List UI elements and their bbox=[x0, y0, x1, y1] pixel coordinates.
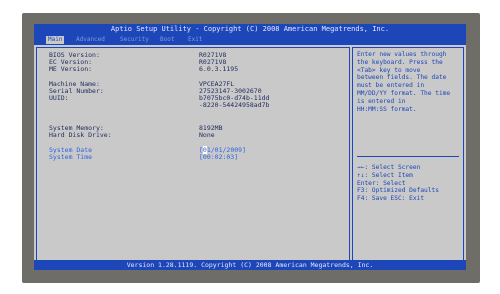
serial-number-label: Serial Number: bbox=[49, 87, 104, 95]
me-version-label: ME Version: bbox=[49, 65, 93, 73]
uuid-value-line2: -8220-54424958ad7b bbox=[199, 101, 270, 109]
help-line: Enter new values through bbox=[357, 51, 447, 58]
help-line: between fields. The date bbox=[357, 74, 447, 82]
key-select-item: ↑↓: Select Item bbox=[357, 171, 413, 179]
tab-exit[interactable]: Exit bbox=[186, 36, 204, 44]
key-save-exit: F4: Save ESC: Exit bbox=[357, 195, 425, 203]
tab-boot[interactable]: Boot bbox=[158, 36, 176, 44]
help-line: <Tab> key to move bbox=[357, 66, 421, 74]
tab-main[interactable]: Main bbox=[46, 36, 65, 44]
uuid-label: UUID: bbox=[49, 94, 69, 102]
key-legend: →←: Select Screen ↑↓: Select Item Enter:… bbox=[357, 164, 461, 203]
help-line: HH:MM:SS format. bbox=[357, 105, 417, 113]
help-divider bbox=[357, 156, 459, 157]
uuid-row-continued: -8220-54424958ad7b bbox=[49, 102, 269, 109]
system-time-label: System Time bbox=[49, 153, 93, 161]
key-enter-select: Enter: Select bbox=[357, 179, 406, 187]
key-select-screen: →←: Select Screen bbox=[357, 164, 421, 171]
status-bar: Version 1.28.1119. Copyright (C) 2008 Am… bbox=[34, 260, 466, 270]
help-text: Enter new values through the keyboard. P… bbox=[357, 51, 461, 113]
title-bar: Aptio Setup Utility - Copyright (C) 2008… bbox=[34, 24, 466, 35]
system-time-row[interactable]: System Time [00:02:03] bbox=[49, 154, 238, 161]
hard-disk-row: Hard Disk Drive: None bbox=[49, 132, 215, 139]
hard-disk-value: None bbox=[199, 131, 215, 139]
help-panel: Enter new values through the keyboard. P… bbox=[352, 47, 464, 261]
tab-advanced[interactable]: Advanced bbox=[74, 36, 107, 44]
help-line: the keyboard. Press the bbox=[357, 58, 443, 66]
settings-panel: BIOS Version: R0271V8 EC Version: R0271V8 … bbox=[36, 47, 350, 261]
help-line: MM/DD/YY format. The time bbox=[357, 89, 451, 97]
key-optimized-defaults: F3: Optimized Defaults bbox=[357, 187, 439, 195]
me-version-value: 6.0.3.1195 bbox=[199, 65, 239, 73]
hard-disk-label: Hard Disk Drive: bbox=[49, 131, 112, 139]
system-time-field[interactable]: [00:02:03] bbox=[199, 153, 238, 161]
bios-screen: Aptio Setup Utility - Copyright (C) 2008… bbox=[34, 24, 466, 270]
menu-bar: Main Advanced Security Boot Exit bbox=[34, 35, 466, 45]
tab-security[interactable]: Security bbox=[118, 36, 151, 44]
help-line: is entered in bbox=[357, 97, 406, 105]
help-line: must be entered in bbox=[357, 82, 425, 90]
me-version-row: ME Version: 6.0.3.1195 bbox=[49, 66, 238, 73]
